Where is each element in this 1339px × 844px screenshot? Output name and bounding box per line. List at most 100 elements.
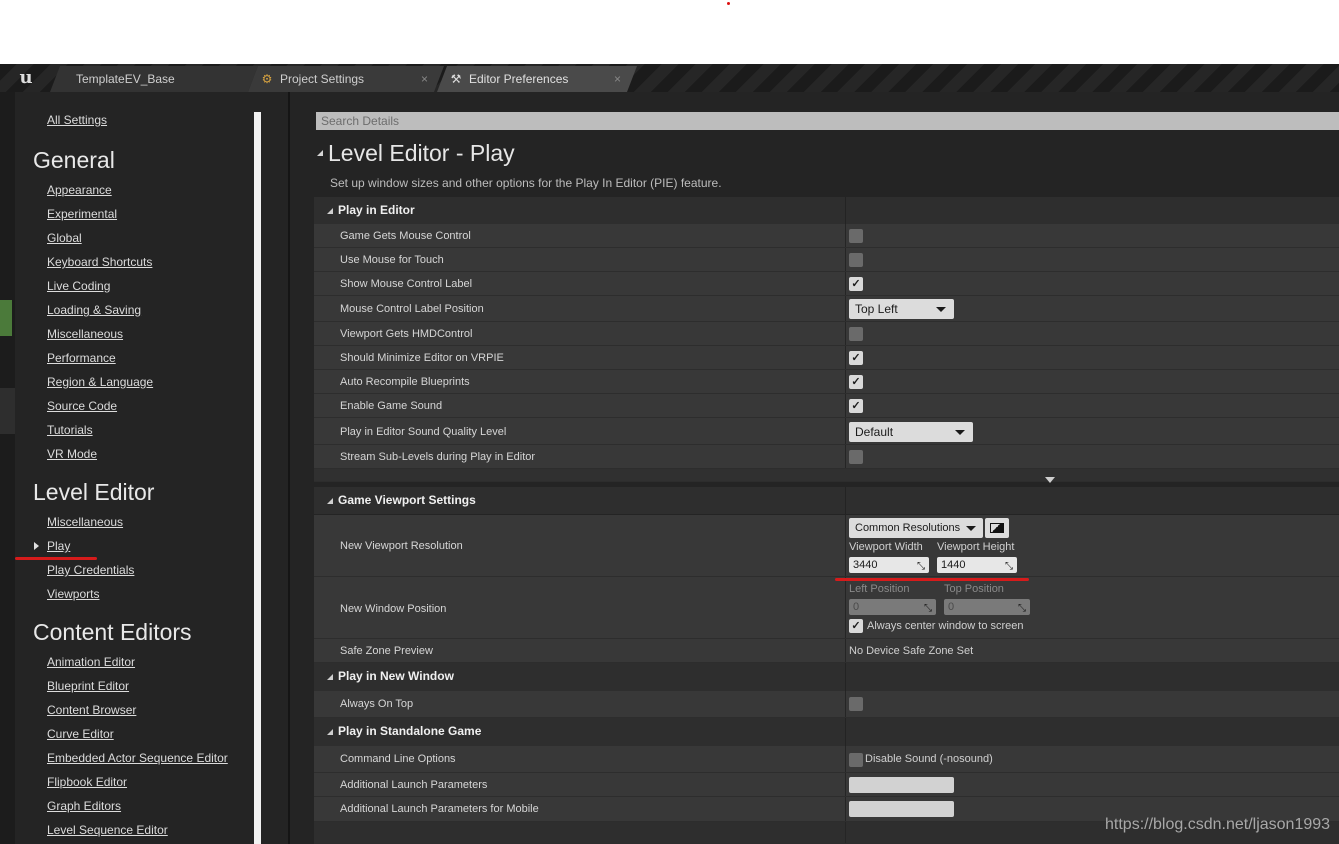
tab-label: Editor Preferences — [469, 72, 569, 86]
close-icon[interactable]: × — [614, 66, 621, 92]
column-split — [845, 224, 846, 247]
tab-label: TemplateEV_Base — [76, 72, 175, 86]
top-position-input[interactable]: 0 ⤡ — [944, 599, 1030, 615]
checkbox-checked[interactable]: ✓ — [849, 277, 863, 291]
column-split — [845, 822, 846, 843]
checkbox-checked[interactable]: ✓ — [849, 619, 863, 633]
common-resolutions-dropdown[interactable]: Common Resolutions — [849, 518, 983, 538]
column-split — [845, 445, 846, 468]
property-row: Always On Top — [314, 691, 1339, 718]
property-label: Additional Launch Parameters for Mobile — [340, 803, 539, 815]
column-split — [845, 197, 846, 224]
nav-item[interactable]: Miscellaneous — [47, 515, 123, 529]
property-row: Use Mouse for Touch — [314, 248, 1339, 272]
nav-item[interactable]: Graph Editors — [47, 799, 121, 813]
mouse-label-position-dropdown[interactable]: Top Left — [849, 299, 954, 319]
details-panel: Search Details Level Editor - Play Set u… — [290, 92, 1339, 844]
left-strip — [0, 92, 15, 844]
nav-item-play-selected[interactable]: Play — [47, 539, 70, 553]
nav-item[interactable]: Keyboard Shortcuts — [47, 255, 152, 269]
tab-editor-preferences[interactable]: ⚒ Editor Preferences × — [437, 66, 637, 92]
column-split — [845, 515, 846, 576]
category-play-in-editor[interactable]: Play in Editor — [314, 197, 1339, 224]
checkbox[interactable] — [849, 753, 863, 767]
resize-arrows-icon: ⤡ — [1005, 561, 1013, 572]
nav-item[interactable]: Level Sequence Editor — [47, 823, 168, 837]
property-label: Command Line Options — [340, 753, 456, 765]
tab-label: Project Settings — [280, 72, 365, 86]
image-aspect-icon[interactable] — [985, 518, 1009, 538]
column-split — [845, 418, 846, 444]
property-row: Safe Zone Preview No Device Safe Zone Se… — [314, 639, 1339, 663]
column-split — [845, 797, 846, 821]
viewport-height-input[interactable]: 1440 ⤡ — [937, 557, 1017, 573]
property-row: Play in Editor Sound Quality Level Defau… — [314, 418, 1339, 445]
category-new-window[interactable]: Play in New Window — [314, 663, 1339, 691]
nav-item[interactable]: Appearance — [47, 183, 112, 197]
unreal-logo-icon[interactable]: u — [14, 67, 38, 89]
nav-item[interactable]: Blueprint Editor — [47, 679, 129, 693]
nav-item[interactable]: Global — [47, 231, 82, 245]
property-row: Additional Launch Parameters — [314, 773, 1339, 797]
expand-advanced-icon[interactable] — [1045, 477, 1055, 483]
property-row: Auto Recompile Blueprints ✓ — [314, 370, 1339, 394]
column-split — [845, 248, 846, 271]
top-position-label: Top Position — [944, 583, 1004, 595]
preferences-icon: ⚒ — [450, 72, 462, 86]
nav-item[interactable]: Source Code — [47, 399, 117, 413]
nav-item[interactable]: Embedded Actor Sequence Editor — [47, 751, 228, 765]
nav-item[interactable]: Live Coding — [47, 279, 110, 293]
nav-item[interactable]: Tutorials — [47, 423, 93, 437]
checkbox-checked[interactable]: ✓ — [849, 351, 863, 365]
nav-item[interactable]: Performance — [47, 351, 116, 365]
checkbox-checked[interactable]: ✓ — [849, 399, 863, 413]
property-row: Enable Game Sound ✓ — [314, 394, 1339, 418]
checkbox[interactable] — [849, 229, 863, 243]
selected-arrow-icon — [34, 542, 39, 550]
category-game-viewport[interactable]: Game Viewport Settings — [314, 487, 1339, 514]
advanced-expander-row[interactable] — [314, 469, 1339, 482]
column-split — [845, 394, 846, 417]
category-label: Play in Standalone Game — [338, 724, 482, 738]
tab-template[interactable]: TemplateEV_Base — [50, 66, 258, 92]
nav-item[interactable]: Viewports — [47, 587, 99, 601]
nav-item[interactable]: Loading & Saving — [47, 303, 141, 317]
left-position-input[interactable]: 0 ⤡ — [849, 599, 936, 615]
checkbox[interactable] — [849, 253, 863, 267]
nav-item[interactable]: VR Mode — [47, 447, 97, 461]
sound-quality-dropdown[interactable]: Default — [849, 422, 973, 442]
input-value: 0 — [948, 601, 955, 613]
search-input[interactable]: Search Details — [316, 112, 1339, 130]
close-icon[interactable]: × — [421, 66, 428, 92]
resize-arrows-icon: ⤡ — [924, 603, 932, 614]
tab-project-settings[interactable]: ⚙ Project Settings × — [248, 66, 444, 92]
nav-all-settings[interactable]: All Settings — [47, 113, 107, 127]
nav-item[interactable]: Play Credentials — [47, 563, 134, 577]
collapse-arrow-icon[interactable] — [317, 150, 323, 156]
column-split — [845, 272, 846, 295]
checkbox[interactable] — [849, 450, 863, 464]
viewport-height-label: Viewport Height — [937, 541, 1015, 553]
column-split — [845, 718, 846, 746]
section-title: Level Editor - Play — [328, 140, 515, 166]
nav-scrollbar-thumb[interactable] — [254, 112, 261, 844]
checkbox-checked[interactable]: ✓ — [849, 375, 863, 389]
nav-category-level-editor: Level Editor — [33, 479, 155, 505]
additional-params-input[interactable] — [849, 777, 954, 793]
viewport-width-input[interactable]: 3440 ⤡ — [849, 557, 929, 573]
category-label: Play in Editor — [338, 203, 415, 217]
nav-item[interactable]: Experimental — [47, 207, 117, 221]
nav-item[interactable]: Region & Language — [47, 375, 153, 389]
nav-item[interactable]: Miscellaneous — [47, 327, 123, 341]
dropdown-value: Common Resolutions — [855, 522, 961, 534]
checkbox[interactable] — [849, 697, 863, 711]
additional-mobile-params-input[interactable] — [849, 801, 954, 817]
category-standalone[interactable]: Play in Standalone Game — [314, 718, 1339, 746]
nav-item[interactable]: Curve Editor — [47, 727, 114, 741]
checkbox[interactable] — [849, 327, 863, 341]
nav-item[interactable]: Animation Editor — [47, 655, 135, 669]
center-window-label: Always center window to screen — [867, 620, 1024, 632]
dropdown-value: Default — [855, 425, 894, 439]
nav-item[interactable]: Content Browser — [47, 703, 136, 717]
nav-item[interactable]: Flipbook Editor — [47, 775, 127, 789]
